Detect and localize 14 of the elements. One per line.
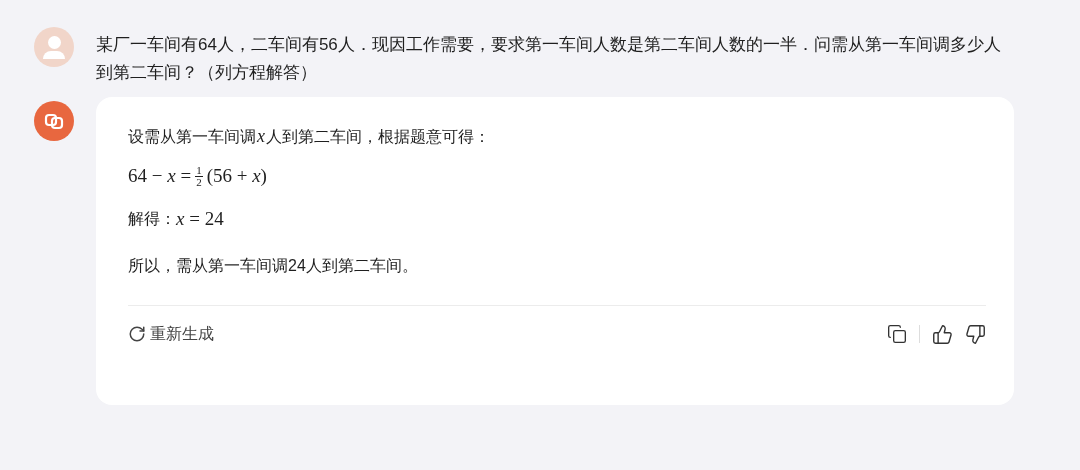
regenerate-icon (128, 325, 146, 343)
solution-math: x = 24 (176, 206, 224, 231)
regenerate-button[interactable]: 重新生成 (128, 322, 214, 346)
equation-left: 64 − x = (128, 164, 192, 188)
thumbs-up-icon[interactable] (932, 323, 953, 345)
equation-right: (56 + x) (206, 164, 267, 188)
copy-icon[interactable] (887, 324, 907, 344)
answer-intro: 设需从第一车间调x人到第二车间，根据题意可得： (128, 125, 491, 148)
fraction: 1 2 (195, 164, 203, 188)
question-text: 某厂一车间有64人，二车间有56人．现因工作需要，要求第一车间人数是第二车间人数的一半．问需从第一车间调多少人到第二车间？（列方程解答） (96, 34, 1002, 84)
conclusion-text: 所以，需从第一车间调24人到第二车间。 (128, 256, 419, 276)
thumbs-down-icon[interactable] (965, 323, 986, 345)
user-avatar (34, 27, 74, 67)
solution-label: 解得： (128, 208, 176, 229)
